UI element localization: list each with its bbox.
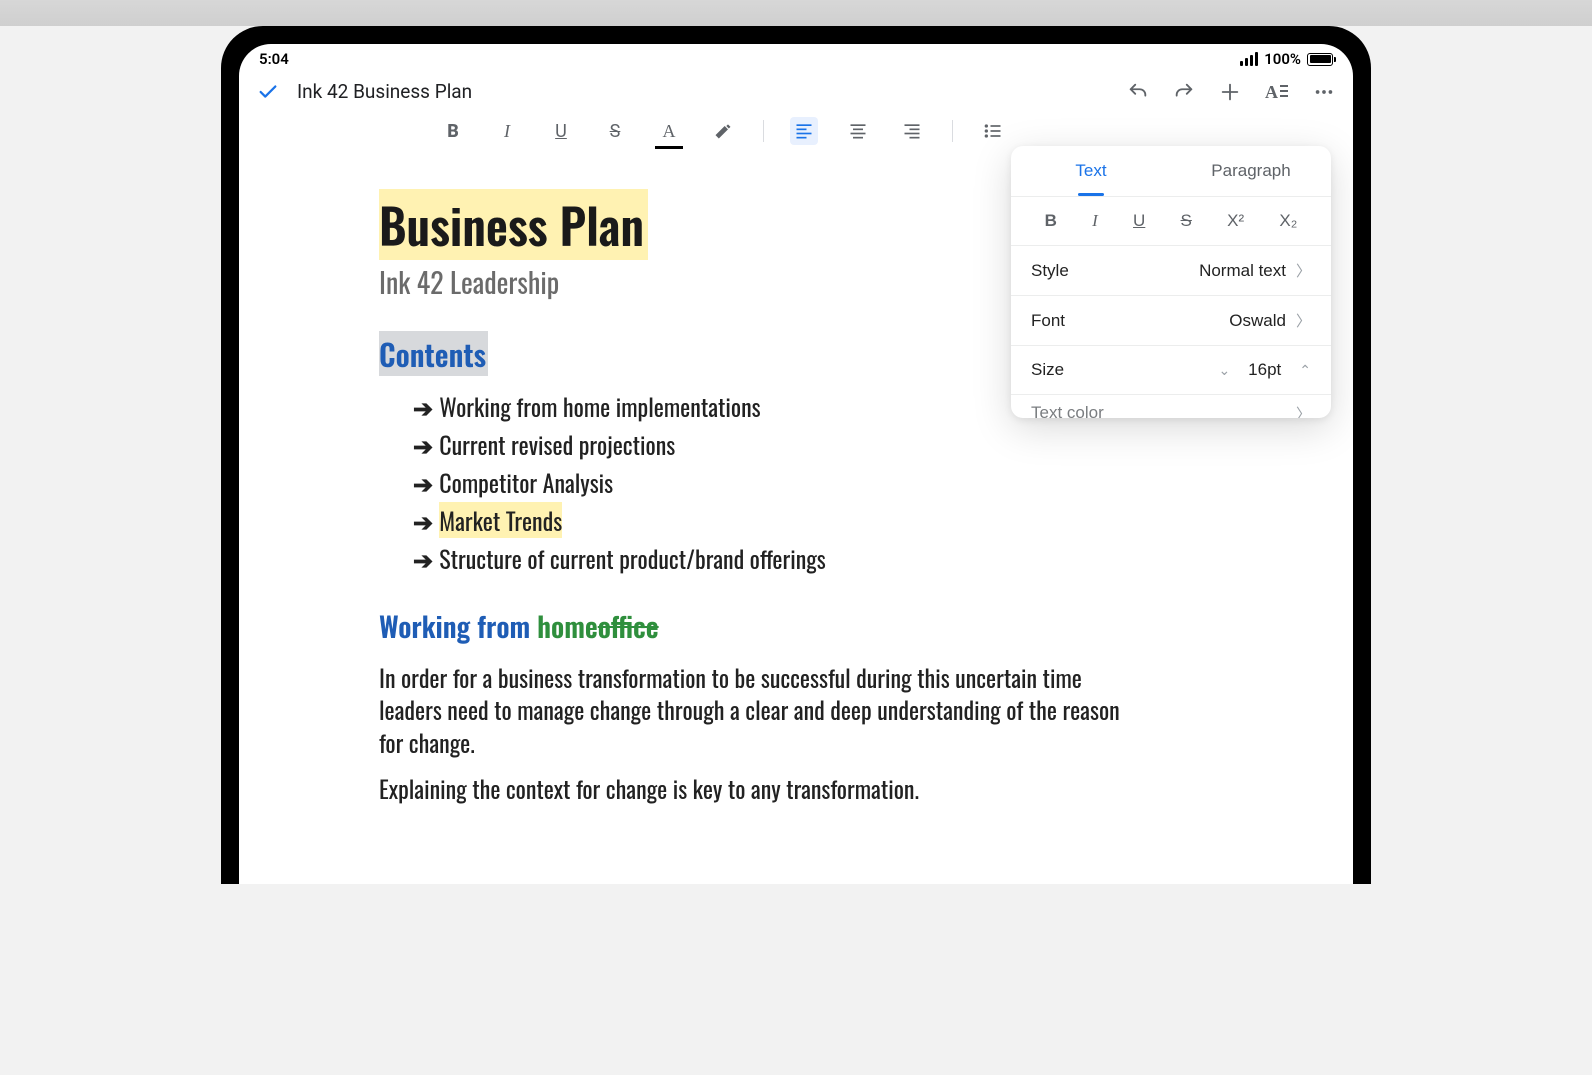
format-panel: Text Paragraph B I U S X² X₂ Style Norma… <box>1011 146 1331 418</box>
align-right-button[interactable] <box>898 117 926 145</box>
italic-button[interactable]: I <box>493 117 521 145</box>
signal-icon <box>1240 52 1258 66</box>
tablet-screen: 5:04 100% Ink 42 Business Plan <box>239 44 1353 884</box>
size-decrease-button[interactable]: ⌄ <box>1218 362 1230 379</box>
battery-percent: 100% <box>1264 50 1301 68</box>
panel-strike-button[interactable]: S <box>1181 211 1192 231</box>
doc-section-heading[interactable]: Working from homeoffice <box>379 606 1213 647</box>
row-value: Normal text <box>1199 261 1286 281</box>
done-check-icon[interactable] <box>257 81 279 103</box>
status-bar: 5:04 100% <box>239 44 1353 74</box>
status-time: 5:04 <box>259 50 289 68</box>
heading-text[interactable]: Working from <box>379 606 537 647</box>
underline-button[interactable]: U <box>547 117 575 145</box>
size-value: 16pt <box>1248 360 1281 380</box>
strike-button[interactable]: S <box>601 117 629 145</box>
chevron-right-icon: 〉 <box>1296 260 1311 281</box>
tab-text[interactable]: Text <box>1011 146 1171 196</box>
svg-text:A: A <box>1265 82 1278 102</box>
panel-underline-button[interactable]: U <box>1133 211 1145 231</box>
document-title[interactable]: Ink 42 Business Plan <box>297 80 1109 103</box>
doc-paragraph[interactable]: Explaining the context for change is key… <box>379 772 1139 804</box>
inserted-text[interactable]: home <box>537 606 598 647</box>
row-label: Style <box>1031 261 1069 281</box>
doc-contents-heading[interactable]: Contents <box>379 331 488 376</box>
more-menu-icon[interactable] <box>1313 81 1335 103</box>
align-left-button[interactable] <box>790 117 818 145</box>
highlighted-text[interactable]: Market Trends <box>439 502 562 538</box>
size-increase-button[interactable]: ⌃ <box>1299 362 1311 379</box>
row-label: Text color <box>1031 403 1104 418</box>
align-center-button[interactable] <box>844 117 872 145</box>
chevron-right-icon: 〉 <box>1296 310 1311 331</box>
toolbar-divider <box>952 120 953 142</box>
panel-bold-button[interactable]: B <box>1045 211 1057 231</box>
panel-text-color-row[interactable]: Text color 〉 <box>1011 394 1331 418</box>
panel-style-row[interactable]: Style Normal text 〉 <box>1011 245 1331 295</box>
title-bar: Ink 42 Business Plan A <box>239 74 1353 113</box>
insert-plus-icon[interactable] <box>1219 81 1241 103</box>
list-item[interactable]: Structure of current product/brand offer… <box>413 540 1213 576</box>
deleted-text[interactable]: office <box>598 606 659 647</box>
undo-icon[interactable] <box>1127 81 1149 103</box>
panel-font-row[interactable]: Font Oswald 〉 <box>1011 295 1331 345</box>
toolbar-divider <box>763 120 764 142</box>
panel-italic-button[interactable]: I <box>1092 211 1098 231</box>
bold-button[interactable]: B <box>439 117 467 145</box>
battery-icon <box>1307 53 1333 66</box>
tab-paragraph[interactable]: Paragraph <box>1171 146 1331 196</box>
row-label: Size <box>1031 360 1064 380</box>
bulleted-list-button[interactable] <box>979 117 1007 145</box>
list-item[interactable]: Current revised projections <box>413 426 1213 462</box>
doc-title-heading[interactable]: Business Plan <box>379 189 648 260</box>
list-item[interactable]: Competitor Analysis <box>413 464 1213 500</box>
panel-subscript-button[interactable]: X₂ <box>1279 211 1297 231</box>
panel-size-row: Size ⌄ 16pt ⌃ <box>1011 345 1331 394</box>
doc-paragraph[interactable]: In order for a business transformation t… <box>379 661 1139 758</box>
redo-icon[interactable] <box>1173 81 1195 103</box>
row-value: Oswald <box>1229 311 1286 331</box>
highlight-button[interactable] <box>709 117 737 145</box>
row-label: Font <box>1031 311 1065 331</box>
browser-chrome-strip <box>0 0 1592 26</box>
text-color-button[interactable]: A <box>655 117 683 145</box>
panel-superscript-button[interactable]: X² <box>1227 211 1244 231</box>
list-item[interactable]: Market Trends <box>413 502 1213 538</box>
tablet-frame: 5:04 100% Ink 42 Business Plan <box>221 26 1371 884</box>
text-format-icon[interactable]: A <box>1265 81 1289 103</box>
chevron-right-icon: 〉 <box>1296 406 1311 418</box>
